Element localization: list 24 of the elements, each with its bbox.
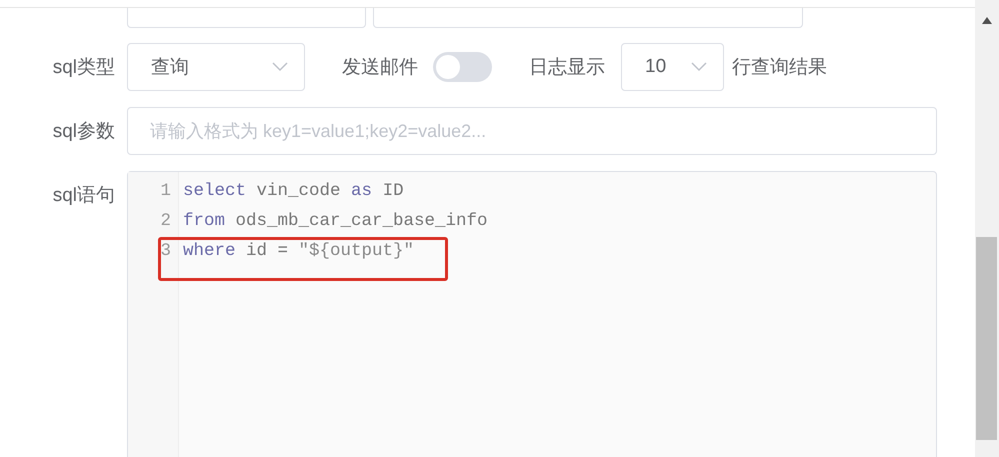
code-editor[interactable]: 1 select vin_code as ID 2 from ods_mb_car_car_base_info 3 where id = "${output}" xyxy=(127,171,937,457)
select-field[interactable]: 10 xyxy=(621,43,724,91)
input-field[interactable]: 请输入格式为 key1=value1;key2=value2... xyxy=(127,107,937,155)
field-label: sql类型 xyxy=(52,56,115,80)
caret-icon xyxy=(691,62,707,72)
toggle-switch[interactable] xyxy=(433,52,492,82)
select-field[interactable]: 查询 xyxy=(127,43,305,91)
line-number: 2 xyxy=(159,211,171,231)
code-line: select vin_code as ID xyxy=(183,181,404,201)
scroll-up-icon[interactable] xyxy=(982,17,992,24)
field-label: 日志显示 xyxy=(529,56,605,80)
scrollbar[interactable] xyxy=(975,0,999,457)
line-number: 3 xyxy=(159,241,171,261)
code-line: where id = "${output}" xyxy=(183,241,414,261)
field-label: 发送邮件 xyxy=(342,56,418,80)
scrollbar-thumb[interactable] xyxy=(976,237,997,440)
caret-icon xyxy=(272,62,288,72)
select-field[interactable] xyxy=(373,8,803,28)
select-field[interactable] xyxy=(127,8,366,28)
field-label: sql参数 xyxy=(52,120,115,144)
code-line: from ods_mb_car_car_base_info xyxy=(183,211,488,231)
field-label: 行查询结果 xyxy=(732,56,827,80)
line-number: 1 xyxy=(159,181,171,201)
field-label: sql语句 xyxy=(52,184,115,208)
